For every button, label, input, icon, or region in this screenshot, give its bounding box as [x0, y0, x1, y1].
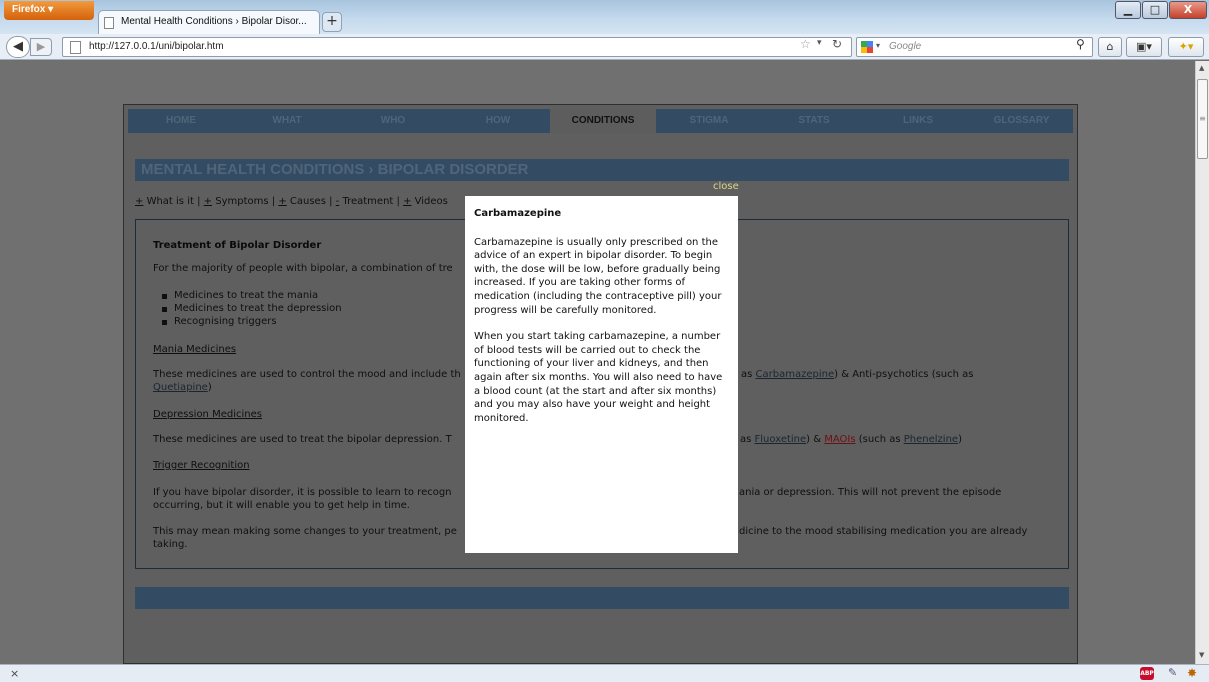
trigger-text-left: If you have bipolar disorder, it is poss…: [153, 487, 452, 498]
close-icon[interactable]: ×: [10, 667, 19, 680]
extension-button[interactable]: ✦▾: [1168, 37, 1204, 57]
window-close-button[interactable]: X: [1169, 1, 1207, 19]
bookmarks-menu-button[interactable]: ▣▾: [1126, 37, 1162, 57]
browser-titlebar: Firefox ▾ Mental Health Conditions › Bip…: [0, 0, 1209, 34]
nav-who[interactable]: WHO: [340, 109, 446, 133]
search-icon[interactable]: ⚲: [1076, 37, 1085, 51]
subnav-toggle[interactable]: +: [403, 196, 411, 207]
list-item: Recognising triggers: [162, 316, 277, 327]
bookmark-star-icon[interactable]: ☆: [800, 37, 811, 51]
trigger-recognition-heading[interactable]: Trigger Recognition: [153, 460, 250, 471]
carbamazepine-link[interactable]: Carbamazepine: [756, 369, 835, 380]
nav-glossary[interactable]: GLOSSARY: [970, 109, 1073, 133]
content-heading: Treatment of Bipolar Disorder: [153, 240, 322, 251]
list-item: Medicines to treat the depression: [162, 303, 342, 314]
depression-text-fragment: ) &: [806, 434, 822, 445]
window-maximize-button[interactable]: □: [1142, 1, 1168, 19]
subnav-toggle[interactable]: -: [336, 196, 340, 207]
url-history-dropdown-icon[interactable]: ▾: [817, 38, 822, 48]
carbamazepine-popup: Carbamazepine Carbamazepine is usually o…: [465, 196, 738, 553]
subnav-toggle[interactable]: +: [204, 196, 212, 207]
browser-status-bar: × ABP ✎ ✸: [0, 664, 1209, 682]
nav-links[interactable]: LINKS: [866, 109, 970, 133]
mania-text-line2: Quetiapine): [153, 381, 212, 394]
nav-stigma[interactable]: STIGMA: [656, 109, 762, 133]
intro-text: For the majority of people with bipolar,…: [153, 263, 453, 274]
scroll-down-arrow-icon[interactable]: ▼: [1199, 651, 1204, 659]
nav-how[interactable]: HOW: [446, 109, 550, 133]
section-subnavigation: + What is it | + Symptoms | + Causes | -…: [135, 196, 448, 207]
reload-icon[interactable]: ↻: [832, 37, 842, 51]
subnav-what-is-it[interactable]: What is it: [147, 196, 194, 207]
depression-text-fragment: (such as: [858, 434, 901, 445]
site-footer-bar: [135, 587, 1069, 609]
popup-paragraph-1: Carbamazepine is usually only prescribed…: [474, 236, 722, 316]
depression-text-fragment: ): [958, 434, 962, 445]
search-engine-icon[interactable]: [861, 41, 873, 53]
search-engine-dropdown-icon[interactable]: ▾: [876, 41, 880, 50]
maois-link[interactable]: MAOIs: [824, 434, 855, 445]
forward-arrow-icon[interactable]: ▶: [30, 38, 52, 56]
search-input[interactable]: ▾ Google: [856, 37, 1093, 57]
trigger-text-line3-left: This may mean making some changes to you…: [153, 526, 457, 537]
nav-home[interactable]: HOME: [128, 109, 234, 133]
trigger-text-right: ania or depression. This will not preven…: [739, 487, 1002, 498]
phenelzine-link[interactable]: Phenelzine: [904, 434, 958, 445]
search-placeholder: Google: [889, 41, 922, 52]
home-icon[interactable]: ⌂: [1098, 37, 1122, 57]
subnav-toggle[interactable]: +: [135, 196, 143, 207]
mania-medicines-heading[interactable]: Mania Medicines: [153, 344, 236, 355]
mania-text-left: These medicines are used to control the …: [153, 369, 461, 380]
window-minimize-button[interactable]: ▁: [1115, 1, 1141, 19]
adblock-icon[interactable]: ABP: [1140, 667, 1154, 680]
firefox-menu-button[interactable]: Firefox ▾: [4, 1, 94, 20]
list-item: Medicines to treat the mania: [161, 290, 319, 301]
addon-icon[interactable]: ✎: [1168, 666, 1177, 679]
nav-conditions[interactable]: CONDITIONS: [550, 109, 656, 133]
depression-medicines-heading[interactable]: Depression Medicines: [153, 409, 262, 420]
quetiapine-link[interactable]: Quetiapine: [153, 382, 208, 393]
site-navigation: HOME WHAT WHO HOW CONDITIONS STIGMA STAT…: [128, 109, 1073, 133]
trigger-text-line2: occurring, but it will enable you to get…: [153, 500, 410, 511]
trigger-text-line4: taking.: [153, 539, 188, 550]
scrollbar-thumb[interactable]: ≡: [1197, 79, 1208, 159]
tab-title: Mental Health Conditions › Bipolar Disor…: [121, 16, 307, 27]
popup-title: Carbamazepine: [474, 208, 562, 219]
nav-stats[interactable]: STATS: [762, 109, 866, 133]
mania-text-fragment: ) & Anti-psychotics (such as: [834, 369, 974, 380]
trigger-text-line3-right: dicine to the mood stabilising medicatio…: [739, 526, 1028, 537]
subnav-symptoms[interactable]: Symptoms: [215, 196, 268, 207]
page-icon: [70, 41, 81, 54]
page-icon: [104, 17, 114, 29]
depression-text-fragment: as: [740, 434, 752, 445]
depression-text-left: These medicines are used to treat the bi…: [153, 434, 452, 445]
subnav-toggle[interactable]: +: [278, 196, 286, 207]
firefox-menu-label: Firefox: [12, 4, 46, 15]
browser-navigation-bar: ◀ ▶ http://127.0.0.1/uni/bipolar.htm ☆ ▾…: [0, 34, 1209, 60]
nav-what[interactable]: WHAT: [234, 109, 340, 133]
popup-close-link[interactable]: close: [713, 181, 739, 192]
subnav-treatment[interactable]: Treatment: [342, 196, 393, 207]
scroll-up-arrow-icon[interactable]: ▲: [1199, 64, 1204, 72]
url-bar[interactable]: http://127.0.0.1/uni/bipolar.htm: [62, 37, 852, 57]
addon-icon[interactable]: ✸: [1187, 666, 1197, 680]
subnav-causes[interactable]: Causes: [290, 196, 326, 207]
vertical-scrollbar[interactable]: ▲ ≡ ▼: [1195, 61, 1209, 664]
popup-paragraph-2: When you start taking carbamazepine, a n…: [474, 331, 723, 424]
fluoxetine-link[interactable]: Fluoxetine: [755, 434, 807, 445]
back-arrow-icon[interactable]: ◀: [6, 36, 30, 58]
new-tab-button[interactable]: +: [322, 12, 342, 32]
mania-text-fragment: ): [207, 382, 212, 393]
url-text: http://127.0.0.1/uni/bipolar.htm: [89, 41, 224, 52]
depression-text-right: as Fluoxetine) & MAOIs (such as Phenelzi…: [740, 433, 962, 446]
subnav-videos[interactable]: Videos: [415, 196, 448, 207]
browser-tab[interactable]: Mental Health Conditions › Bipolar Disor…: [98, 10, 320, 34]
mania-text-right: ch as Carbamazepine) & Anti-psychotics (…: [726, 368, 974, 381]
page-title: MENTAL HEALTH CONDITIONS › BIPOLAR DISOR…: [135, 159, 1069, 181]
